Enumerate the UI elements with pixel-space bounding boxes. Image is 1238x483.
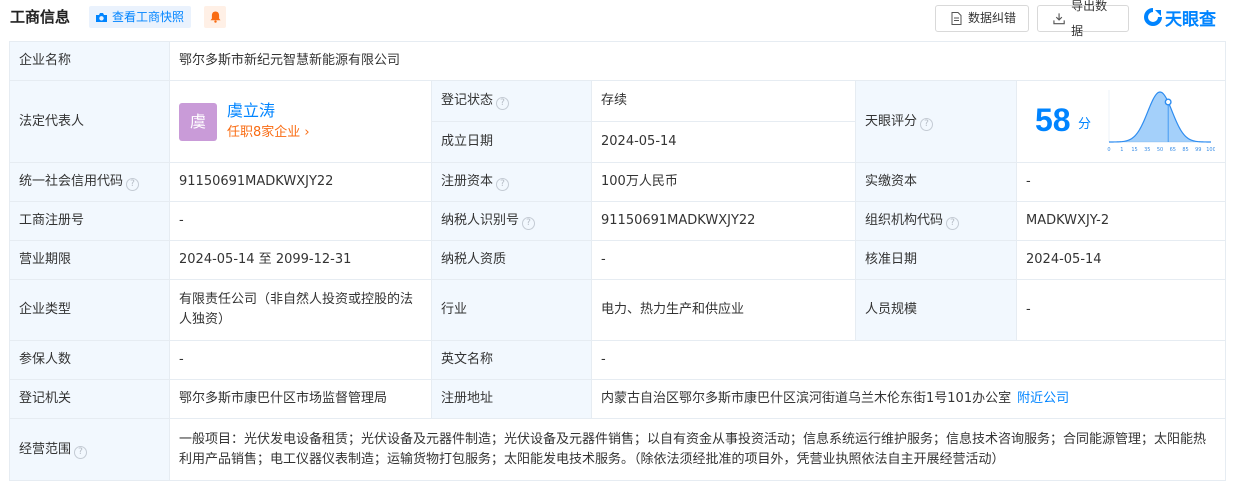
status-badge: 存续: [591, 80, 856, 122]
camera-icon: [96, 12, 107, 22]
industry-label: 行业: [431, 279, 592, 341]
biz-scope-value: 一般项目：光伏发电设备租赁；光伏设备及元器件制造；光伏设备及元器件销售；以自有资…: [168, 418, 1227, 481]
score-distribution-chart: 0 1 15 35 50 65 85 99 100: [1107, 90, 1215, 153]
score-tick-label: 1: [1120, 147, 1123, 153]
insured-value: -: [169, 340, 432, 380]
reg-capital-value: 100万人民币: [591, 162, 856, 202]
org-code-label: 组织机构代码?: [855, 201, 1017, 241]
reg-authority-label: 登记机关: [9, 379, 170, 419]
est-date-value: 2024-05-14: [591, 121, 856, 163]
reg-address-cell: 内蒙古自治区鄂尔多斯市康巴什区滨河街道乌兰木伦东街1号101办公室 附近公司: [590, 379, 1227, 419]
reg-address-label: 注册地址: [431, 379, 592, 419]
help-icon[interactable]: ?: [946, 217, 960, 230]
export-data-label: 导出数据: [1071, 0, 1108, 38]
help-icon[interactable]: ?: [522, 217, 536, 230]
credit-code-value: 91150691MADKWXJY22: [169, 162, 432, 202]
company-type-value: 有限责任公司（非自然人投资或控股的法人独资）: [169, 279, 432, 341]
reg-authority-value: 鄂尔多斯市康巴什区市场监督管理局: [169, 379, 432, 419]
table-row: 企业名称 鄂尔多斯市新纪元智慧新能源有限公司: [9, 41, 1227, 81]
table-row: 参保人数 - 英文名称 -: [9, 340, 1227, 380]
tianyancha-logo-icon: [1144, 8, 1162, 26]
reg-no-value: -: [169, 201, 432, 241]
table-row: 工商注册号 - 纳税人识别号? 91150691MADKWXJY22 组织机构代…: [9, 201, 1227, 241]
reg-no-label: 工商注册号: [9, 201, 170, 241]
paid-capital-value: -: [1015, 162, 1227, 202]
biz-scope-label: 经营范围?: [9, 418, 170, 481]
staff-size-value: -: [1015, 279, 1227, 341]
paid-capital-label: 实缴资本: [855, 162, 1017, 202]
taxpayer-qual-label: 纳税人资质: [431, 240, 592, 280]
view-snapshot-button[interactable]: 查看工商快照: [89, 6, 192, 28]
legal-rep-positions-link[interactable]: 任职8家企业 ›: [227, 123, 310, 143]
staff-size-label: 人员规模: [855, 279, 1017, 341]
score-curve-fill: [1109, 92, 1211, 142]
insured-label: 参保人数: [9, 340, 170, 380]
export-data-button[interactable]: 导出数据: [1037, 0, 1129, 38]
taxpayer-id-label: 纳税人识别号?: [431, 201, 592, 241]
help-icon[interactable]: ?: [74, 445, 88, 459]
help-icon[interactable]: ?: [126, 178, 140, 191]
bell-icon: [210, 11, 220, 23]
reg-address-value: 内蒙古自治区鄂尔多斯市康巴什区滨河街道乌兰木伦东街1号101办公室: [601, 391, 1012, 406]
org-code-value: MADKWXJY-2: [1015, 201, 1227, 241]
taxpayer-id-value: 91150691MADKWXJY22: [591, 201, 856, 241]
table-row: 统一社会信用代码? 91150691MADKWXJY22 注册资本? 100万人…: [9, 162, 1227, 202]
credit-code-label: 统一社会信用代码?: [9, 162, 170, 202]
score-tick-label: 85: [1182, 147, 1188, 153]
table-row: 法定代表人 虞 虞立涛 任职8家企业 › 登记状态? 存续 天眼评分? 58 分: [9, 80, 1227, 163]
nearby-companies-link[interactable]: 附近公司: [1017, 391, 1069, 406]
score-marker-dot: [1164, 98, 1172, 106]
business-info-table: 企业名称 鄂尔多斯市新纪元智慧新能源有限公司 法定代表人 虞 虞立涛 任职8家企…: [9, 41, 1227, 481]
score-tick-label: 100: [1206, 147, 1215, 153]
legal-rep-cell: 虞 虞立涛 任职8家企业 ›: [169, 80, 432, 163]
est-date-label: 成立日期: [431, 121, 592, 163]
score-tick-label: 99: [1195, 147, 1201, 153]
table-row: 经营范围? 一般项目：光伏发电设备租赁；光伏设备及元器件制造；光伏设备及元器件销…: [9, 418, 1227, 481]
english-name-label: 英文名称: [431, 340, 592, 380]
section-header: 工商信息 查看工商快照 数据纠错 导出数据 天眼查: [0, 0, 1238, 40]
legal-rep-positions-text: 任职8家企业: [227, 124, 301, 140]
table-row: 企业类型 有限责任公司（非自然人投资或控股的法人独资） 行业 电力、热力生产和供…: [9, 279, 1227, 341]
document-icon: [951, 12, 962, 25]
reg-capital-label: 注册资本?: [431, 162, 592, 202]
industry-value: 电力、热力生产和供应业: [591, 279, 856, 341]
reg-status-label: 登记状态?: [431, 80, 592, 122]
score-tick-label: 65: [1170, 147, 1176, 153]
help-icon[interactable]: ?: [496, 178, 510, 191]
chevron-right-icon: ›: [304, 124, 310, 140]
score-tick-label: 15: [1131, 147, 1137, 153]
score-tick-label: 0: [1107, 147, 1110, 153]
company-name-value: 鄂尔多斯市新纪元智慧新能源有限公司: [168, 41, 1227, 81]
section-title: 工商信息: [10, 8, 71, 26]
table-row: 营业期限 2024-05-14 至 2099-12-31 纳税人资质 - 核准日…: [9, 240, 1227, 280]
company-name-label: 企业名称: [9, 41, 170, 81]
legal-rep-label: 法定代表人: [9, 80, 170, 163]
tianyancha-logo: 天眼查: [1143, 5, 1216, 30]
help-icon[interactable]: ?: [496, 97, 510, 110]
biz-term-label: 营业期限: [9, 240, 170, 280]
score-tick-label: 35: [1144, 147, 1150, 153]
english-name-value: -: [590, 340, 1227, 380]
company-type-label: 企业类型: [9, 279, 170, 341]
tianyan-score-cell[interactable]: 58 分 0 1 15 35 50 65 85 99 100: [1015, 80, 1227, 163]
approval-date-label: 核准日期: [855, 240, 1017, 280]
data-correction-button[interactable]: 数据纠错: [935, 5, 1029, 32]
score-tick-label: 50: [1157, 147, 1163, 153]
tianyan-score-label: 天眼评分?: [855, 80, 1017, 163]
follow-bell-button[interactable]: [204, 6, 226, 28]
download-icon: [1053, 13, 1065, 25]
score-unit: 分: [1078, 117, 1092, 132]
avatar: 虞: [179, 102, 217, 141]
table-row: 登记机关 鄂尔多斯市康巴什区市场监督管理局 注册地址 内蒙古自治区鄂尔多斯市康巴…: [9, 379, 1227, 419]
logo-text: 天眼查: [1165, 9, 1216, 30]
approval-date-value: 2024-05-14: [1015, 240, 1227, 280]
legal-rep-name-link[interactable]: 虞立涛: [227, 101, 310, 121]
score-value: 58: [1035, 102, 1071, 138]
taxpayer-qual-value: -: [591, 240, 856, 280]
biz-term-value: 2024-05-14 至 2099-12-31: [169, 240, 432, 280]
view-snapshot-label: 查看工商快照: [112, 10, 185, 24]
help-icon[interactable]: ?: [920, 117, 934, 131]
data-correction-label: 数据纠错: [968, 11, 1017, 25]
